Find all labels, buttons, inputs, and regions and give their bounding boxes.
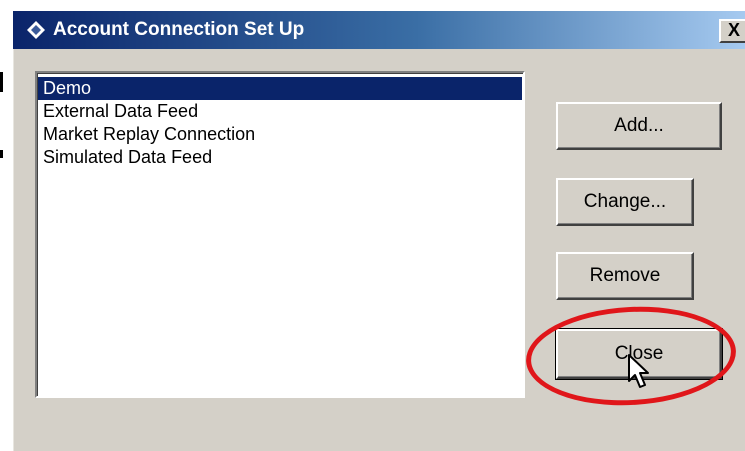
- diamond-app-icon: [27, 21, 45, 39]
- edge-mark: [0, 72, 3, 92]
- change-button[interactable]: Change...: [556, 178, 694, 226]
- list-item[interactable]: External Data Feed: [38, 100, 522, 123]
- connections-list[interactable]: Demo External Data Feed Market Replay Co…: [35, 71, 525, 398]
- window-title: Account Connection Set Up: [53, 19, 305, 40]
- list-item[interactable]: Demo: [38, 77, 522, 100]
- arrow-pointer-icon: [628, 354, 649, 388]
- add-button[interactable]: Add...: [556, 102, 722, 150]
- remove-button[interactable]: Remove: [556, 252, 694, 300]
- close-window-button[interactable]: X: [719, 19, 745, 43]
- background-window-edge: [0, 0, 12, 445]
- list-item[interactable]: Simulated Data Feed: [38, 146, 522, 169]
- list-item[interactable]: Market Replay Connection: [38, 123, 522, 146]
- edge-mark: [0, 150, 3, 158]
- title-bar[interactable]: Account Connection Set Up X: [13, 11, 745, 49]
